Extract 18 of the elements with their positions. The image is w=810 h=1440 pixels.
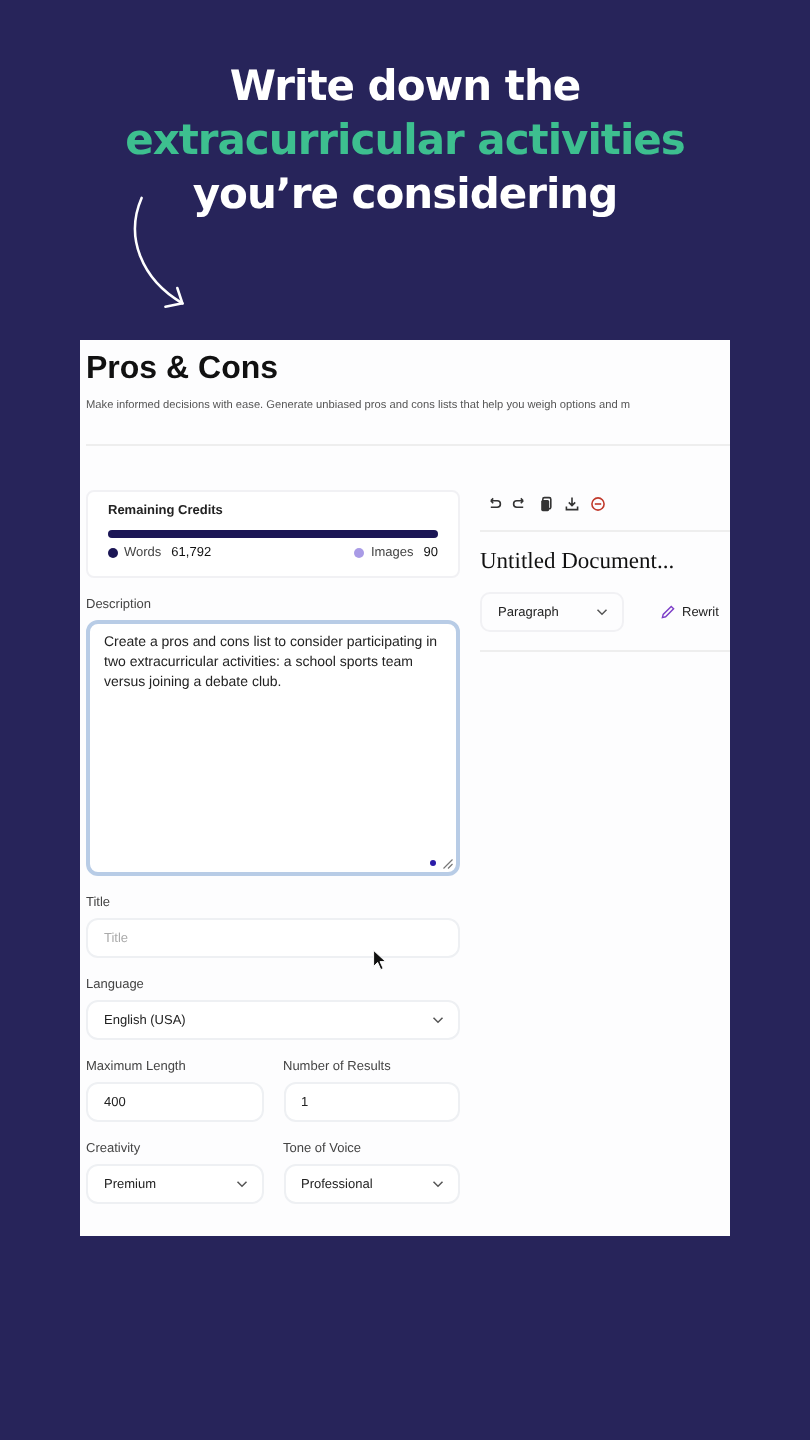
copy-icon[interactable]: [538, 496, 554, 512]
redo-icon[interactable]: [512, 496, 528, 512]
pencil-icon[interactable]: [660, 604, 676, 620]
status-dot-icon: [430, 860, 436, 866]
undo-icon[interactable]: [486, 496, 502, 512]
document-title: Untitled Document...: [480, 550, 677, 574]
chevron-down-icon: [432, 1180, 444, 1188]
chevron-down-icon: [432, 1016, 444, 1024]
minus-circle-icon[interactable]: [590, 496, 606, 512]
headline-text: Write down the: [229, 60, 581, 114]
resize-handle-icon[interactable]: [442, 858, 454, 870]
download-icon[interactable]: [564, 496, 580, 512]
page-title: Pros & Cons: [86, 352, 281, 388]
chevron-down-icon: [596, 608, 608, 616]
chevron-down-icon: [235, 1180, 247, 1188]
headline-text: you’re considering: [192, 168, 618, 222]
mouse-cursor-icon: [372, 948, 388, 972]
headline-text: extracurricular activities: [125, 114, 685, 168]
